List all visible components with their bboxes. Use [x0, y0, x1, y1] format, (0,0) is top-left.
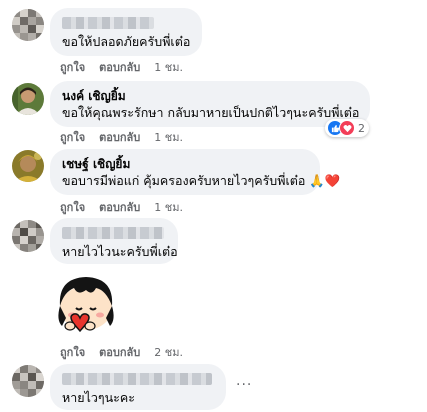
author-name[interactable]: นงค์ เชิญยิ้ม	[62, 88, 358, 104]
reply-link[interactable]: ตอบกลับ	[99, 131, 140, 145]
author-name-blurred[interactable]	[62, 373, 212, 385]
sticker-image[interactable]	[48, 268, 124, 338]
comment-actions: ถูกใจ ตอบกลับ 2 ชม.	[60, 346, 183, 360]
emoji: 🙏❤️	[309, 173, 341, 188]
comment-text: ขอให้คุณพระรักษา กลับมาหายเป็นปกติไวๆนะค…	[62, 105, 360, 120]
comment-text: ขอบารมีพ่อแก่ คุ้มครองครับหายไวๆครับพี่เ…	[62, 172, 340, 189]
avatar[interactable]	[12, 150, 44, 182]
comment-actions: ถูกใจ ตอบกลับ 1 ชม.	[60, 131, 183, 145]
more-options-icon[interactable]: ···	[236, 377, 252, 393]
author-name-blurred[interactable]	[62, 227, 164, 239]
reaction-summary[interactable]: 2	[325, 119, 369, 137]
timestamp[interactable]: 2 ชม.	[154, 346, 183, 360]
comment-text: หายไวไวนะครับพี่เต๋อ	[62, 244, 178, 259]
comment-actions: ถูกใจ ตอบกลับ 1 ชม.	[60, 61, 183, 75]
like-link[interactable]: ถูกใจ	[60, 346, 85, 360]
reply-link[interactable]: ตอบกลับ	[99, 346, 140, 360]
comment-actions: ถูกใจ ตอบกลับ 1 ชม.	[60, 201, 183, 215]
comment-text: ขอให้ปลอดภัยครับพี่เต๋อ	[62, 34, 191, 49]
avatar[interactable]	[12, 83, 44, 115]
timestamp[interactable]: 1 ชม.	[154, 201, 183, 215]
author-name-blurred[interactable]	[62, 17, 154, 29]
timestamp[interactable]: 1 ชม.	[154, 61, 183, 75]
like-link[interactable]: ถูกใจ	[60, 201, 85, 215]
timestamp[interactable]: 1 ชม.	[154, 131, 183, 145]
comment-bubble: นงค์ เชิญยิ้ม ขอให้คุณพระรักษา กลับมาหาย…	[50, 81, 370, 127]
avatar[interactable]	[12, 9, 44, 41]
comment-text-body: ขอบารมีพ่อแก่ คุ้มครองครับหายไวๆครับพี่เ…	[62, 173, 306, 188]
avatar[interactable]	[12, 365, 44, 397]
avatar[interactable]	[12, 220, 44, 252]
reply-link[interactable]: ตอบกลับ	[99, 61, 140, 75]
comment-bubble: หายไวไวนะครับพี่เต๋อ	[50, 218, 178, 264]
comment-text: หายไวๆนะคะ	[62, 390, 135, 405]
reaction-count: 2	[358, 121, 365, 135]
like-link[interactable]: ถูกใจ	[60, 61, 85, 75]
love-icon	[339, 120, 355, 136]
comment-bubble: หายไวๆนะคะ	[50, 364, 226, 410]
comment-bubble: เชษฐ์ เชิญยิ้ม ขอบารมีพ่อแก่ คุ้มครองครั…	[50, 149, 340, 195]
reply-link[interactable]: ตอบกลับ	[99, 201, 140, 215]
like-link[interactable]: ถูกใจ	[60, 131, 85, 145]
author-name[interactable]: เชษฐ์ เชิญยิ้ม	[62, 156, 308, 172]
comment-bubble: ขอให้ปลอดภัยครับพี่เต๋อ	[50, 8, 202, 56]
